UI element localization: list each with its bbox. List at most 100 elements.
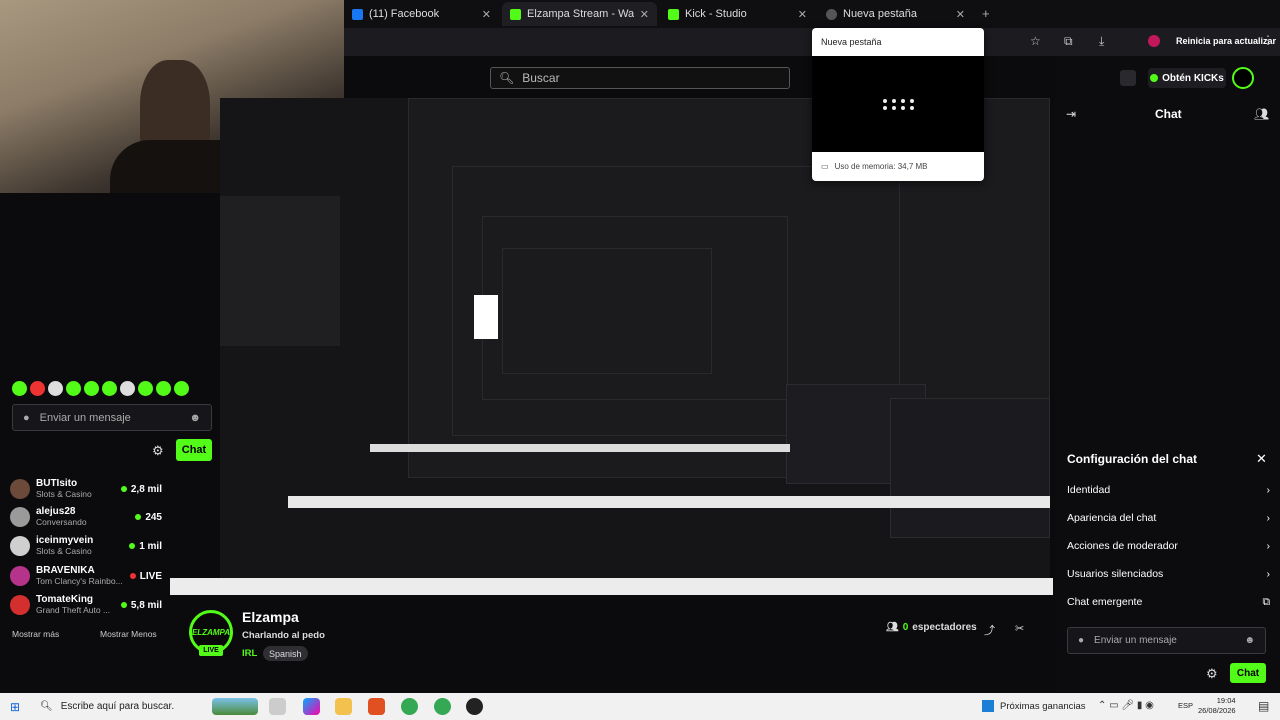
widget-text[interactable]: Próximas ganancias xyxy=(1000,701,1086,712)
new-tab-button[interactable]: + xyxy=(982,6,990,21)
channel-name[interactable]: Elzampa xyxy=(242,609,299,625)
emote[interactable] xyxy=(12,381,27,396)
show-less-link[interactable]: Mostrar Menos xyxy=(100,629,157,639)
settings-label: Identidad xyxy=(1067,484,1111,496)
list-item[interactable]: alejus28 Conversando 245 xyxy=(10,504,162,530)
gear-icon[interactable]: ⚙ xyxy=(152,443,164,459)
emote-row xyxy=(12,381,189,396)
avatar xyxy=(10,479,30,499)
language-tag[interactable]: Spanish xyxy=(263,646,308,661)
chat-message-input[interactable]: ● Enviar un mensaje ☻ xyxy=(12,404,212,431)
external-link-icon: ⧉ xyxy=(1262,595,1271,608)
close-icon[interactable]: ✕ xyxy=(798,8,807,21)
list-item[interactable]: iceinmyvein Slots & Casino 1 mil xyxy=(10,533,162,559)
tab-facebook[interactable]: (11) Facebook ✕ xyxy=(344,2,499,26)
tab-preview-title: Nueva pestaña xyxy=(821,37,882,47)
settings-identity[interactable]: Identidad › xyxy=(1067,480,1270,500)
get-kicks-label: Obtén KICKs xyxy=(1162,72,1224,84)
widget-icon xyxy=(982,700,994,712)
emote[interactable] xyxy=(30,381,45,396)
system-tray-icons[interactable]: ⌃ ▭ 🎤︎ ▮ ◉ xyxy=(1098,700,1154,711)
gear-icon[interactable]: ⚙ xyxy=(1206,666,1218,682)
tab-new-tab[interactable]: Nueva pestaña ✕ xyxy=(818,2,973,26)
settings-popout-chat[interactable]: Chat emergente ⧉ xyxy=(1067,592,1270,612)
emote[interactable] xyxy=(174,381,189,396)
show-more-link[interactable]: Mostrar más xyxy=(12,629,59,639)
viewers-number: 0 xyxy=(902,622,909,633)
tab-label: (11) Facebook xyxy=(369,8,440,20)
emote[interactable] xyxy=(138,381,153,396)
avatar xyxy=(10,595,30,615)
users-icon[interactable]: 👥︎ xyxy=(1254,107,1269,121)
shield-icon: ● xyxy=(1078,635,1085,646)
chat-send-button-right[interactable]: Chat xyxy=(1230,663,1266,683)
stream-category-link[interactable]: IRL xyxy=(242,648,257,659)
chrome-icon[interactable] xyxy=(434,698,451,715)
menu-icon[interactable]: ⋮ xyxy=(1262,33,1274,47)
taskbar-search-placeholder: Escribe aquí para buscar. xyxy=(60,701,175,712)
windows-taskbar: ⊞ 🔍︎ Escribe aquí para buscar. Próximas … xyxy=(0,693,1280,720)
layout-icon[interactable] xyxy=(1120,70,1136,86)
obs-icon[interactable] xyxy=(466,698,483,715)
search-input[interactable]: 🔍︎ Buscar xyxy=(490,67,790,89)
shield-icon: ● xyxy=(23,411,30,424)
windows-start-icon[interactable]: ⊞ xyxy=(10,700,20,714)
download-icon[interactable]: ⤓ xyxy=(1099,34,1104,49)
viewers-dot-icon xyxy=(129,543,136,549)
search-highlight-image xyxy=(212,698,258,715)
bookmark-star-icon[interactable]: ☆ xyxy=(1030,34,1041,48)
chat-send-button[interactable]: Chat xyxy=(176,439,212,461)
search-icon: 🔍︎ xyxy=(40,701,53,712)
share-icon[interactable]: ⤴ xyxy=(984,622,995,638)
stream-category: Slots & Casino xyxy=(36,489,92,499)
profile-avatar[interactable] xyxy=(1148,35,1160,47)
taskbar-clock[interactable]: 19:04 26/08/2026 xyxy=(1198,696,1236,716)
emote[interactable] xyxy=(120,381,135,396)
taskbar-search[interactable]: 🔍︎ Escribe aquí para buscar. xyxy=(32,693,204,720)
viewers-label: espectadores xyxy=(912,622,977,633)
list-item[interactable]: BUTIsito Slots & Casino 2,8 mil xyxy=(10,476,162,502)
list-item[interactable]: BRAVENIKA Tom Clancy's Rainbo... LIVE xyxy=(10,563,162,589)
chat-message-input-right[interactable]: ● Enviar un mensaje ☻ xyxy=(1067,627,1266,654)
close-icon[interactable]: ✕ xyxy=(1256,451,1267,467)
close-icon[interactable]: ✕ xyxy=(956,8,965,21)
close-icon[interactable]: ✕ xyxy=(482,8,491,21)
user-avatar[interactable] xyxy=(1232,67,1254,89)
stream-category: Conversando xyxy=(36,517,87,527)
settings-appearance[interactable]: Apariencia del chat › xyxy=(1067,508,1270,528)
language-indicator[interactable]: ESP xyxy=(1178,701,1193,710)
clip-icon[interactable]: ✂ xyxy=(1015,622,1024,635)
stream-name: BRAVENIKA xyxy=(36,565,95,576)
copilot-icon[interactable] xyxy=(303,698,320,715)
emoji-icon[interactable]: ☻ xyxy=(189,412,201,424)
settings-mod-actions[interactable]: Acciones de moderador › xyxy=(1067,536,1270,556)
chrome-icon[interactable] xyxy=(401,698,418,715)
emoji-icon[interactable]: ☻ xyxy=(1244,635,1255,646)
emote[interactable] xyxy=(156,381,171,396)
collapse-chat-icon[interactable]: ⇥ xyxy=(1066,107,1076,121)
emote[interactable] xyxy=(48,381,63,396)
file-explorer-icon[interactable] xyxy=(335,698,352,715)
extensions-icon[interactable]: ⧉ xyxy=(1064,34,1073,49)
close-icon[interactable]: ✕ xyxy=(640,8,649,21)
get-kicks-button[interactable]: Obtén KICKs xyxy=(1148,68,1226,88)
tab-preview-memory: ▭ Uso de memoria: 34,7 MB xyxy=(812,152,984,181)
viewers-icon: 👥︎ xyxy=(886,622,899,633)
chevron-right-icon: › xyxy=(1266,512,1271,524)
tab-elzampa-stream[interactable]: Elzampa Stream - Watch Li ✕ xyxy=(502,2,657,26)
list-item[interactable]: TomateKing Grand Theft Auto ... 5,8 mil xyxy=(10,592,162,618)
settings-label: Acciones de moderador xyxy=(1067,540,1178,552)
stream-category: Slots & Casino xyxy=(36,546,92,556)
message-placeholder: Enviar un mensaje xyxy=(39,411,131,424)
stream-name: BUTIsito xyxy=(36,478,78,489)
task-view-icon[interactable] xyxy=(269,698,286,715)
capture-settings-panel-2 xyxy=(890,398,1050,538)
emote[interactable] xyxy=(102,381,117,396)
tab-kick-studio[interactable]: Kick - Studio ✕ xyxy=(660,2,815,26)
brave-icon[interactable] xyxy=(368,698,385,715)
notifications-icon[interactable]: ▤ xyxy=(1258,699,1269,713)
emote[interactable] xyxy=(84,381,99,396)
emote[interactable] xyxy=(66,381,81,396)
stream-viewers: 2,8 mil xyxy=(130,483,162,495)
settings-muted-users[interactable]: Usuarios silenciados › xyxy=(1067,564,1270,584)
